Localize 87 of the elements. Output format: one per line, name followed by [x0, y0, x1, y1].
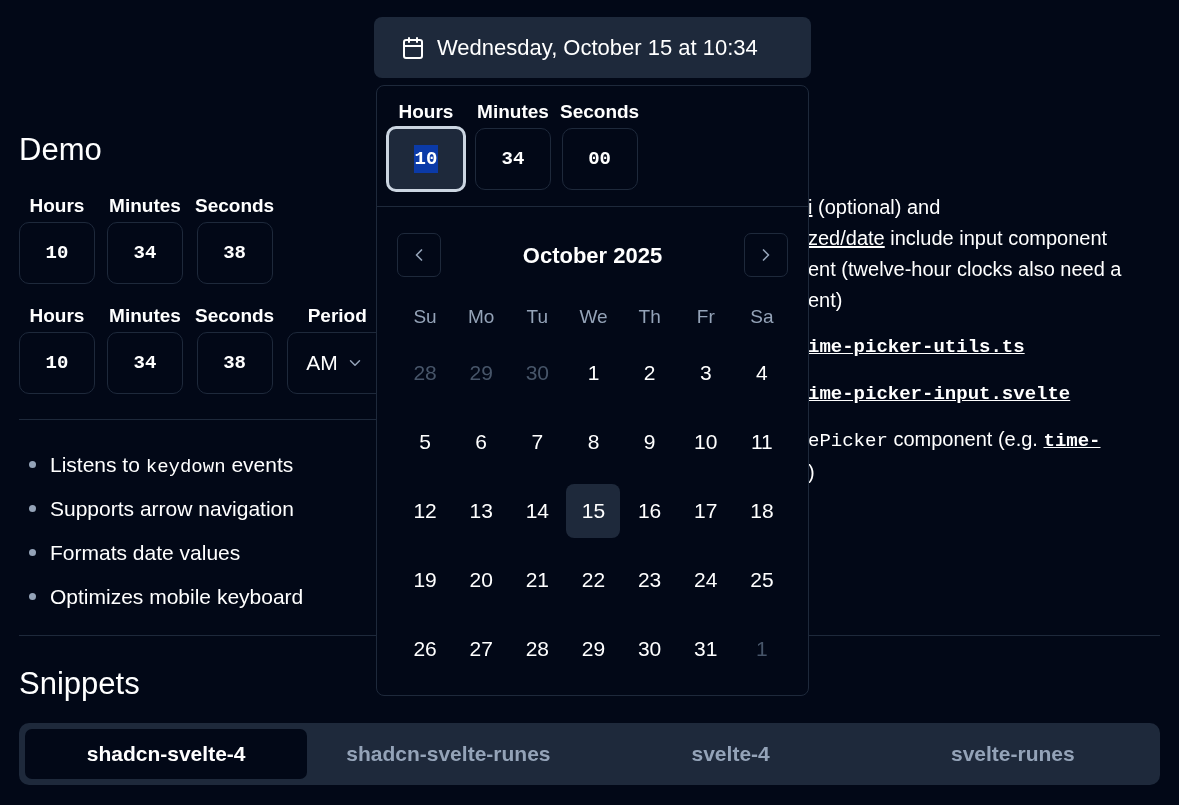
calendar-day[interactable]: 22 [566, 553, 621, 607]
time-input[interactable]: 00 [561, 128, 638, 190]
calendar-day[interactable]: 26 [398, 622, 453, 676]
note-text: ent (twelve-hour clocks also need a [808, 257, 1122, 282]
calendar-day[interactable]: 15 [566, 484, 621, 538]
calendar-day[interactable]: 17 [678, 484, 733, 538]
feature-text: Listens to keydown events [50, 452, 294, 479]
weekday-label: Mo [467, 305, 496, 329]
field-label: Minutes [477, 100, 549, 124]
tab[interactable]: svelte-runes [871, 729, 1154, 779]
date-trigger-button[interactable]: Wednesday, October 15 at 10:34 [374, 17, 811, 78]
calendar-day[interactable]: 10 [678, 415, 733, 469]
link[interactable]: i [808, 196, 813, 218]
field-label: Minutes [109, 304, 181, 328]
bullet-icon [29, 505, 36, 512]
field-label: Hours [398, 100, 454, 124]
time-input[interactable]: 10 [19, 332, 95, 394]
feature-text: Supports arrow navigation [50, 496, 294, 522]
calendar-day[interactable]: 8 [566, 415, 621, 469]
time-input[interactable]: 34 [475, 128, 551, 190]
field-label: Hours [29, 304, 85, 328]
calendar-day[interactable]: 18 [734, 484, 789, 538]
time-input[interactable]: 34 [107, 332, 183, 394]
note-text: ent) [808, 288, 844, 313]
weekday-label: Su [412, 305, 438, 329]
field-label: Seconds [195, 194, 275, 218]
feature-text: Formats date values [50, 540, 241, 566]
weekday-label: Sa [749, 305, 775, 329]
field-label: Seconds [195, 304, 275, 328]
calendar-day[interactable]: 5 [398, 415, 453, 469]
calendar-day[interactable]: 4 [734, 346, 789, 400]
weekday-label: Tu [525, 305, 550, 329]
calendar-day[interactable]: 29 [566, 622, 621, 676]
calendar-day[interactable]: 12 [398, 484, 453, 538]
calendar-day[interactable]: 23 [622, 553, 677, 607]
field-label: Hours [29, 194, 85, 218]
calendar-day[interactable]: 20 [454, 553, 509, 607]
calendar-day[interactable]: 16 [622, 484, 677, 538]
calendar-day[interactable]: 7 [510, 415, 565, 469]
calendar-day[interactable]: 30 [622, 622, 677, 676]
time-input[interactable]: 38 [196, 222, 273, 284]
calendar-day[interactable]: 31 [678, 622, 733, 676]
calendar-day[interactable]: 9 [622, 415, 677, 469]
field-label: Seconds [560, 100, 640, 124]
note-text: ePicker component (e.g. time- [808, 427, 1102, 454]
calendar-day[interactable]: 1 [566, 346, 621, 400]
calendar-day[interactable]: 3 [678, 346, 733, 400]
weekday-label: We [578, 305, 609, 329]
bullet-icon [29, 549, 36, 556]
tab[interactable]: shadcn-svelte-4 [25, 729, 308, 779]
weekday-label: Fr [695, 305, 716, 329]
tab[interactable]: shadcn-svelte-runes [307, 729, 590, 779]
time-input[interactable]: 34 [107, 222, 183, 284]
note-text: ) [808, 460, 816, 485]
field-label: Period [307, 304, 367, 328]
note-text: i (optional) and [808, 195, 942, 220]
next-month-button[interactable] [744, 233, 788, 277]
calendar-icon [401, 35, 425, 60]
calendar-day[interactable]: 14 [510, 484, 565, 538]
link[interactable]: time- [1043, 430, 1101, 452]
feature-text: Optimizes mobile keyboard [50, 584, 304, 610]
section-heading: Snippets [19, 665, 140, 703]
calendar-day[interactable]: 19 [398, 553, 453, 607]
link[interactable]: ime-picker-input.svelte [808, 383, 1071, 405]
tab[interactable]: svelte-4 [589, 729, 872, 779]
weekday-label: Th [637, 305, 662, 329]
bullet-icon [29, 461, 36, 468]
calendar-day[interactable]: 21 [510, 553, 565, 607]
calendar-day[interactable]: 27 [454, 622, 509, 676]
previous-month-button[interactable] [397, 233, 441, 277]
link[interactable]: zed/date [808, 227, 885, 249]
calendar-day[interactable]: 2 [622, 346, 677, 400]
month-title: October 2025 [522, 241, 663, 270]
calendar-day[interactable]: 6 [454, 415, 509, 469]
calendar-day[interactable]: 11 [734, 415, 789, 469]
link[interactable]: ime-picker-utils.ts [808, 336, 1025, 358]
calendar-day[interactable]: 24 [678, 553, 733, 607]
calendar-day[interactable]: 28 [510, 622, 565, 676]
calendar-day[interactable]: 13 [454, 484, 509, 538]
field-label: Minutes [109, 194, 181, 218]
time-input[interactable]: 10 [19, 222, 95, 284]
note-text: zed/date include input component [808, 226, 1109, 251]
time-input[interactable]: 38 [196, 332, 273, 394]
calendar-day[interactable]: 25 [734, 553, 789, 607]
time-input[interactable]: 10 [386, 126, 466, 192]
section-heading: Demo [19, 131, 102, 169]
bullet-icon [29, 593, 36, 600]
